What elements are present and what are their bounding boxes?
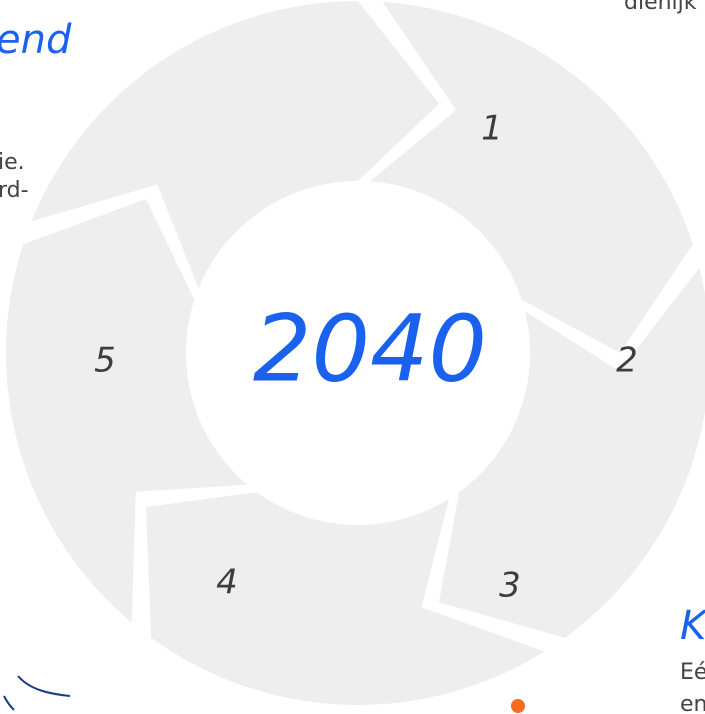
orange-dot xyxy=(511,699,525,713)
bottom-right-text-line-2: en xyxy=(680,692,705,714)
top-left-text-line-1: ie. xyxy=(0,150,25,175)
top-left-text-line-2: rd- xyxy=(0,178,29,203)
hub-year: 2040 xyxy=(253,295,487,402)
partial-circle-graphic xyxy=(17,675,71,697)
partial-circle-graphic-edge xyxy=(3,695,15,711)
bottom-right-text-line-1: Eé xyxy=(680,660,705,685)
top-left-heading-fragment: end xyxy=(0,17,72,63)
segment-1-label: 1 xyxy=(481,109,503,149)
top-right-text-fragment: dienijk xyxy=(624,0,697,15)
cycle-wheel: 2040 1 2 3 4 5 xyxy=(3,1,705,711)
segment-2-label: 2 xyxy=(616,341,638,381)
segment-5-label: 5 xyxy=(94,341,116,381)
page: 2040 1 2 3 4 5 end ie. rd- dienijk K Eé … xyxy=(0,0,705,714)
segment-3-label: 3 xyxy=(499,566,521,606)
bottom-right-heading-fragment: K xyxy=(680,603,705,649)
segment-4-label: 4 xyxy=(216,563,238,603)
